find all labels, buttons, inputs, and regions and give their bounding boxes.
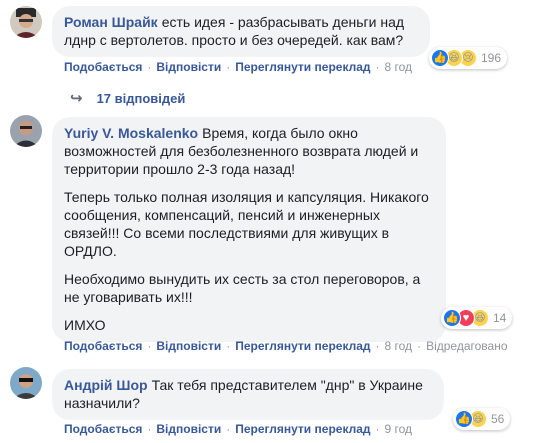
translate-button[interactable]: Переглянути переклад <box>235 422 370 436</box>
translate-button[interactable]: Переглянути переклад <box>235 339 370 353</box>
like-reaction-icon: 👍 <box>431 49 449 67</box>
avatar[interactable] <box>10 115 42 147</box>
like-button[interactable]: Подобається <box>64 422 142 436</box>
like-reaction-icon: 👍 <box>455 410 473 428</box>
edited-label[interactable]: Відредаговано <box>426 339 507 353</box>
comment-bubble: Андрій Шор Так тебя представителем "днр" … <box>52 369 444 420</box>
comment-author[interactable]: Роман Шрайк <box>64 14 158 30</box>
avatar[interactable] <box>10 6 42 38</box>
reactions-count: 196 <box>481 51 502 65</box>
reply-arrow-icon: ↪ <box>70 90 83 107</box>
timestamp[interactable]: 8 год <box>385 60 413 74</box>
comment-actions: Подобається · Відповісти · Переглянути перек… <box>64 422 413 436</box>
translate-button[interactable]: Переглянути переклад <box>235 60 370 74</box>
avatar[interactable] <box>10 367 42 399</box>
comment-text: ИМХО <box>64 317 106 333</box>
like-button[interactable]: Подобається <box>64 339 142 353</box>
reactions-count: 56 <box>491 412 505 426</box>
reply-button[interactable]: Відповісти <box>156 60 221 74</box>
reactions-summary[interactable]: 👍 ♥ 😆 14 <box>441 307 513 329</box>
timestamp[interactable]: 9 год <box>385 422 413 436</box>
comment-bubble: Yuriy V. Moskalenko Время, когда было окн… <box>52 117 446 342</box>
reactions-summary[interactable]: 👍 😆 😢 196 <box>429 47 508 69</box>
like-reaction-icon: 👍 <box>443 309 461 327</box>
comment-author[interactable]: Андрій Шор <box>64 377 148 393</box>
comment-actions: Подобається · Відповісти · Переглянути перек… <box>64 60 413 74</box>
comment-actions: Подобається · Відповісти · Переглянути перек… <box>64 339 508 353</box>
timestamp[interactable]: 8 год <box>385 339 413 353</box>
comment-text: Теперь только полная изоляция и капсуляц… <box>64 189 429 259</box>
reactions-count: 14 <box>493 311 507 325</box>
reply-button[interactable]: Відповісти <box>156 339 221 353</box>
view-replies-link[interactable]: ↪ 17 відповідей <box>70 89 185 107</box>
replies-count-label: 17 відповідей <box>96 90 186 106</box>
reactions-summary[interactable]: 👍 😆 56 <box>453 408 511 430</box>
reply-button[interactable]: Відповісти <box>156 422 221 436</box>
like-button[interactable]: Подобається <box>64 60 142 74</box>
comment-bubble: Роман Шрайк есть идея - разбрасывать день… <box>52 6 430 57</box>
comment-text: Необходимо вынудить их сесть за стол пер… <box>64 271 421 305</box>
comment-author[interactable]: Yuriy V. Moskalenko <box>64 125 198 141</box>
